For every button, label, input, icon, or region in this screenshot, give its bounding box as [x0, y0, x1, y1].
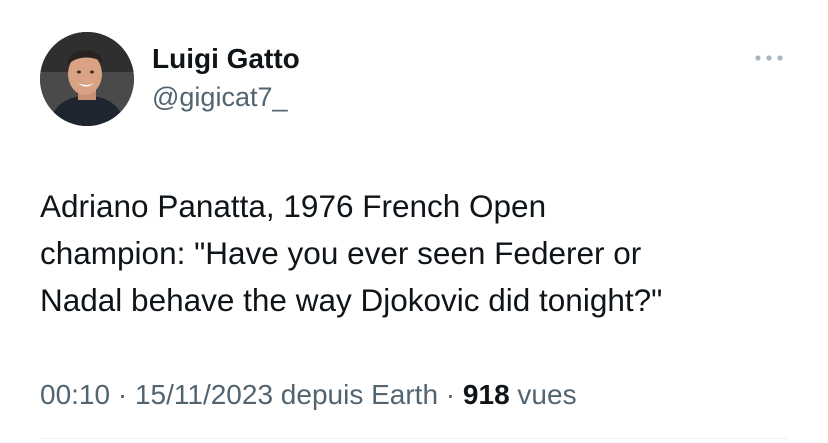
tweet-source: depuis Earth [273, 379, 439, 410]
more-horizontal-icon [755, 55, 783, 61]
author-display-name[interactable]: Luigi Gatto [152, 42, 300, 76]
tweet-card: Luigi Gatto @gigicat7_ Adriano Panatta, … [0, 0, 828, 443]
avatar[interactable] [40, 32, 134, 126]
tweet-meta: 00:10 · 15/11/2023 depuis Earth · 918 vu… [40, 375, 577, 415]
views-label: vues [509, 379, 577, 410]
more-options-button[interactable] [752, 48, 786, 68]
author-handle[interactable]: @gigicat7_ [152, 80, 288, 114]
meta-separator: · [110, 379, 135, 410]
meta-separator: · [438, 379, 463, 410]
tweet-time[interactable]: 00:10 [40, 379, 110, 410]
tweet-text: Adriano Panatta, 1976 French Open champi… [40, 188, 663, 318]
divider [40, 438, 788, 439]
views-count[interactable]: 918 [463, 379, 510, 410]
tweet-date[interactable]: 15/11/2023 [135, 379, 273, 410]
avatar-photo [40, 32, 134, 126]
